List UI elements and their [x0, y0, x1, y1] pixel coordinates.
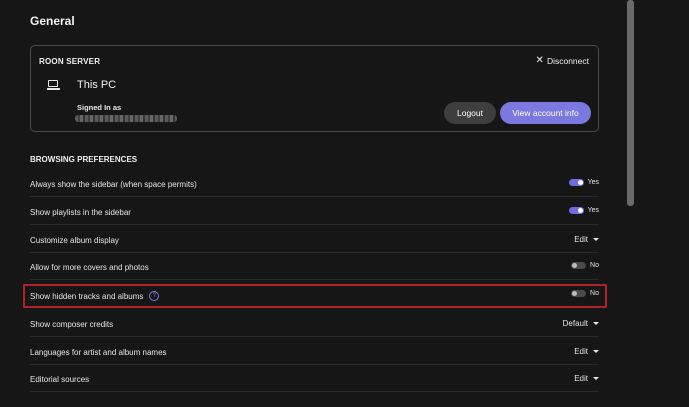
pref-label: Customize album display	[30, 236, 119, 245]
disconnect-button[interactable]: ✕ Disconnect	[535, 55, 589, 67]
more-covers-toggle[interactable]: No	[571, 262, 599, 269]
signed-in-label: Signed In as	[77, 103, 122, 112]
server-name: This PC	[77, 79, 117, 91]
disconnect-label: Disconnect	[546, 56, 589, 66]
pref-label: Editorial sources	[30, 375, 90, 384]
close-icon: ✕	[535, 55, 544, 66]
pref-label: Languages for artist and album names	[30, 348, 167, 357]
roon-server-card: ROON SERVER ✕ Disconnect This PC Signed …	[30, 45, 599, 132]
pref-label: Show playlists in the sidebar	[30, 208, 131, 217]
server-heading: ROON SERVER	[39, 57, 101, 66]
dropdown-value: Edit	[574, 235, 588, 244]
pref-label: Allow for more covers and photos	[30, 263, 149, 272]
highlight-box	[23, 284, 607, 308]
languages-dropdown[interactable]: Edit	[574, 347, 599, 356]
editorial-sources-dropdown[interactable]: Edit	[574, 374, 599, 383]
logout-button[interactable]: Logout	[444, 102, 496, 124]
view-account-info-button[interactable]: View account info	[500, 102, 591, 124]
toggle-value: Yes	[587, 179, 599, 186]
pref-row-editorial-sources: Editorial sources Edit	[30, 366, 599, 392]
pref-row-customize-album-display: Customize album display Edit	[30, 227, 599, 253]
caret-down-icon	[593, 322, 599, 325]
pref-row-show-playlists: Show playlists in the sidebar Yes	[30, 199, 599, 225]
pref-label: Show composer credits	[30, 320, 114, 329]
toggle-value: No	[590, 262, 599, 269]
monitor-icon	[47, 80, 60, 90]
dropdown-value: Default	[562, 319, 588, 328]
toggle-switch[interactable]	[571, 262, 587, 269]
caret-down-icon	[593, 377, 599, 380]
page-title: General	[30, 14, 75, 28]
caret-down-icon	[593, 238, 599, 241]
pref-row-composer-credits: Show composer credits Default	[30, 311, 599, 337]
pref-label: Always show the sidebar (when space perm…	[30, 180, 197, 189]
pref-row-languages: Languages for artist and album names Edi…	[30, 339, 599, 365]
caret-down-icon	[593, 350, 599, 353]
signed-in-email-redacted	[75, 115, 177, 122]
playlists-toggle[interactable]: Yes	[568, 207, 599, 214]
toggle-switch[interactable]	[568, 179, 584, 186]
browsing-preferences-heading: BROWSING PREFERENCES	[30, 155, 138, 164]
pref-row-always-show-sidebar: Always show the sidebar (when space perm…	[30, 171, 599, 197]
album-display-dropdown[interactable]: Edit	[574, 235, 599, 244]
pref-row-more-covers: Allow for more covers and photos No	[30, 254, 599, 280]
dropdown-value: Edit	[574, 347, 588, 356]
dropdown-value: Edit	[574, 374, 588, 383]
toggle-switch[interactable]	[568, 207, 584, 214]
toggle-value: Yes	[587, 207, 599, 214]
scrollbar[interactable]	[627, 0, 634, 206]
sidebar-toggle[interactable]: Yes	[568, 179, 599, 186]
composer-credits-dropdown[interactable]: Default	[563, 319, 599, 328]
